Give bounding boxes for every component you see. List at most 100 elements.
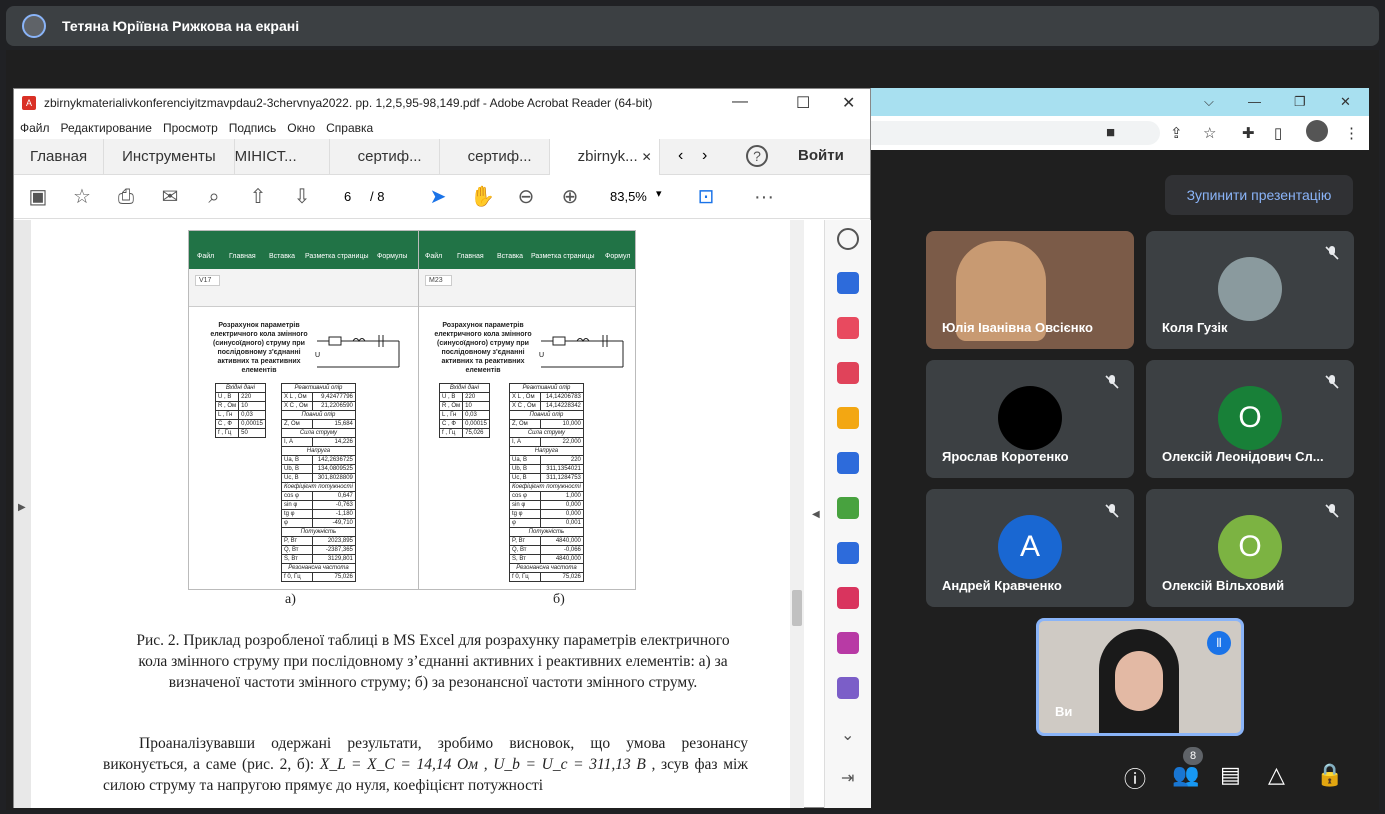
minimize-icon[interactable]: — [1248,94,1261,109]
star-icon[interactable]: ☆ [70,185,94,209]
chevron-left-icon[interactable]: ‹ [678,147,683,165]
table-cell: 3129,801 [311,554,356,564]
stop-presentation-button[interactable]: Зупинити презентацію [1165,175,1353,215]
table-cell: C , Ф [438,419,464,429]
collapse-panel-icon[interactable]: ⇥ [841,768,854,788]
tab-doc-1[interactable]: МІНІСТ... [235,138,330,175]
sidebar-icon[interactable]: ▯ [1274,124,1282,142]
close-icon[interactable]: ✕ [1340,94,1351,110]
select-cursor-icon[interactable]: ➤ [426,185,450,209]
table-cell: Z, Ом [509,419,541,429]
info-icon[interactable]: ⓘ [1124,762,1146,794]
menu-view[interactable]: Просмотр [163,121,218,135]
fit-page-icon[interactable]: ⊡ [694,185,718,209]
maximize-icon[interactable]: ☐ [796,93,810,113]
chat-icon[interactable]: ▤ [1220,762,1241,788]
menu-help[interactable]: Справка [326,121,373,135]
cell-name: M23 [425,275,452,286]
document-area[interactable]: Файл Главная Вставка Разметка страницы Ф… [14,220,804,808]
participant-tile[interactable]: Коля Гузік [1146,231,1354,349]
hand-tool-icon[interactable]: ✋ [470,185,495,209]
restore-icon[interactable]: ❐ [1294,94,1306,110]
participant-tile[interactable]: О Олексій Леонідович Сл... [1146,360,1354,478]
table-cell: 75,026 [539,572,584,582]
chevron-down-icon[interactable]: ▾ [656,187,662,200]
vertical-scrollbar[interactable] [790,220,804,808]
camera-icon[interactable]: ■ [1106,124,1115,141]
self-tile[interactable]: ⦀ Ви [1036,618,1244,736]
mail-icon[interactable]: ✉ [158,185,182,209]
compress-icon[interactable] [837,497,859,519]
table-row: Реактивний опір [509,383,584,393]
table-row: P, Вт 2023,895 [281,536,356,546]
zoom-out-icon[interactable]: ⊖ [514,185,538,209]
menu-sign[interactable]: Подпись [229,121,277,135]
activities-icon[interactable]: △ [1268,762,1285,788]
table-section: Резонансна частота [281,563,356,573]
more-icon[interactable]: ⋮ [1344,124,1359,142]
table-cell: φ [281,518,313,528]
tab-tools[interactable]: Инструменты [104,138,235,175]
table-row: Uc, В 301,8028809 [281,473,356,483]
left-panel-toggle-icon[interactable]: ▶ [18,502,26,513]
comment-icon[interactable] [837,407,859,429]
host-controls-icon[interactable]: 🔒 [1316,762,1343,788]
more-icon[interactable]: ··· [752,185,776,209]
help-icon[interactable]: ? [746,145,768,167]
zoom-level[interactable]: 83,5% [610,189,647,204]
share-icon[interactable]: ⇪ [1170,124,1183,142]
signin-button[interactable]: Войти [798,147,844,164]
combine-files-icon[interactable] [837,452,859,474]
participant-tile[interactable]: Юлія Іванівна Овсієнко [926,231,1134,349]
ribbon-item: Вставка [497,253,524,260]
table-cell: -49,710 [311,518,356,528]
fill-sign-icon[interactable] [837,587,859,609]
scroll-thumb[interactable] [792,590,802,626]
search-icon[interactable] [837,228,859,250]
scan-icon[interactable] [837,542,859,564]
extensions-icon[interactable]: ✚ [1242,124,1255,142]
svg-text:U: U [539,352,544,359]
table-cell: 22,000 [539,437,584,447]
protect-icon[interactable] [837,632,859,654]
create-pdf-icon[interactable] [837,362,859,384]
page-down-icon[interactable]: ⇩ [290,185,314,209]
table-cell: cos φ [509,491,541,501]
star-icon[interactable]: ☆ [1203,124,1216,142]
chevron-right-icon[interactable]: › [702,147,707,165]
zoom-in-icon[interactable]: ⊕ [558,185,582,209]
table-row: Ub, В 134,0809525 [281,464,356,474]
table-cell: C , Ф [214,419,240,429]
page-up-icon[interactable]: ⇧ [246,185,270,209]
close-icon[interactable]: ✕ [642,139,652,175]
export-pdf-icon[interactable] [837,272,859,294]
chevron-down-icon[interactable]: ⌄ [841,725,854,745]
right-panel-toggle-icon[interactable]: ◀ [812,509,820,520]
print-icon[interactable]: ⎙ [114,185,138,209]
zoom-search-icon[interactable]: ⌕ [202,185,226,209]
table-cell: 0,00015 [462,419,490,429]
request-signature-icon[interactable] [837,677,859,699]
people-icon[interactable]: 👥 [1172,762,1199,788]
url-field[interactable] [870,121,1160,145]
organize-pages-icon[interactable] [837,317,859,339]
save-icon[interactable]: ▣ [26,185,50,209]
tab-doc-3[interactable]: сертиф... [440,138,550,175]
tab-doc-2[interactable]: сертиф... [330,138,440,175]
tab-home[interactable]: Главная [14,138,105,175]
table-section: Коефіцієнт потужності [281,482,356,492]
close-icon[interactable]: ✕ [842,93,855,113]
table-row: Резонансна частота [281,563,356,573]
menu-file[interactable]: Файл [20,121,50,135]
tab-doc-active[interactable]: zbirnyk... ✕ [549,138,660,175]
minimize-icon[interactable]: — [732,93,748,111]
profile-icon[interactable] [1306,120,1328,142]
participant-tile[interactable]: О Олексій Вільховий [1146,489,1354,607]
participant-tile[interactable]: Ярослав Коротенко [926,360,1134,478]
menu-edit[interactable]: Редактирование [61,121,152,135]
menu-window[interactable]: Окно [287,121,315,135]
table-row: φ -49,710 [281,518,356,528]
participant-tile[interactable]: А Андрей Кравченко [926,489,1134,607]
chevron-down-icon[interactable]: ⌵ [1204,94,1214,110]
page-number-input[interactable]: 6 [344,189,351,204]
